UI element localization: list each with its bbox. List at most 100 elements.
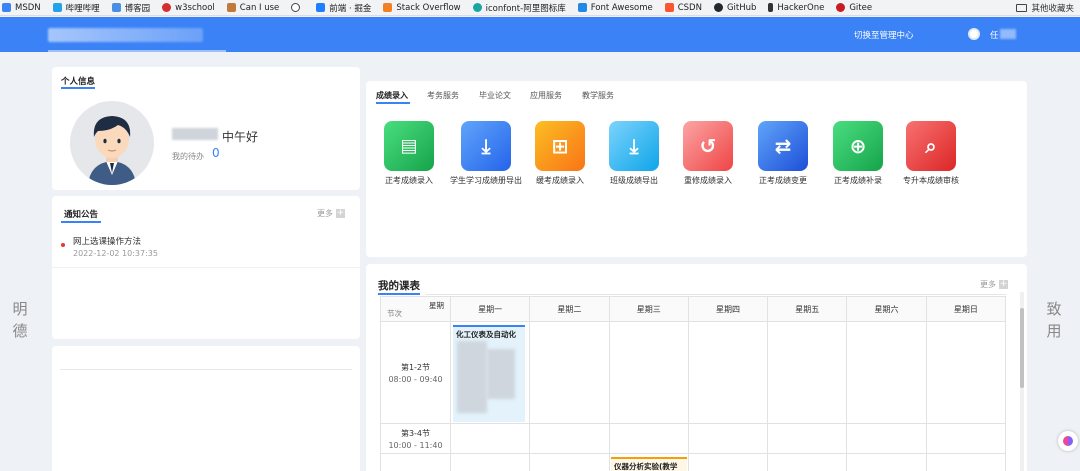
bookmark-github[interactable]: GitHub: [713, 3, 756, 13]
service-regular-score-entry[interactable]: ▤ 正考成绩录入: [369, 121, 449, 186]
notice-item-title[interactable]: 网上选课操作方法: [73, 235, 141, 247]
day-header: 星期三: [608, 296, 689, 322]
schedule-cell[interactable]: [687, 321, 769, 424]
schedule-cell[interactable]: [925, 453, 1007, 471]
profile-title-underline: [61, 87, 95, 89]
schedule-cell[interactable]: [608, 321, 689, 424]
schedule-cell[interactable]: [529, 453, 610, 471]
schedule-cell[interactable]: [449, 423, 531, 454]
globe-icon: [291, 3, 301, 12]
schedule-scrollbar[interactable]: [1020, 292, 1024, 471]
bookmark-bilibili[interactable]: 哔哩哔哩: [52, 2, 100, 14]
unread-dot-icon: [61, 243, 65, 247]
bookmark-iconfont[interactable]: iconfont-阿里图标库: [472, 2, 566, 14]
bookmark-fontawesome[interactable]: Font Awesome: [577, 3, 653, 13]
schedule-cell[interactable]: [687, 453, 769, 471]
schedule-header-row: 星期 节次 星期一 星期二 星期三 星期四 星期五 星期六 星期日: [380, 296, 1007, 322]
top-header: 切换至管理中心 任: [0, 17, 1080, 52]
tab-teaching-service[interactable]: 教学服务: [582, 90, 614, 101]
day-header: 星期日: [925, 296, 1007, 322]
schedule-cell[interactable]: [687, 423, 769, 454]
cnblogs-icon: [111, 3, 121, 12]
service-upgrade-score-review[interactable]: ⌕ 专升本成绩审核: [891, 121, 971, 186]
notice-card: 通知公告 更多 + 网上选课操作方法 2022-12-02 10:37:35: [52, 196, 360, 339]
todo-count[interactable]: 0: [212, 146, 220, 160]
scrollbar-thumb[interactable]: [1020, 308, 1024, 388]
review-icon: ⌕: [906, 121, 956, 171]
switch-admin-link[interactable]: 切换至管理中心: [854, 29, 914, 41]
service-score-supplement[interactable]: ⊕ 正考成绩补录: [818, 121, 898, 186]
schedule-cell[interactable]: [925, 423, 1007, 454]
schedule-cell[interactable]: [846, 423, 927, 454]
blank-card: [52, 346, 360, 471]
tab-exam-service[interactable]: 考务服务: [427, 90, 459, 101]
bookmark-gitee[interactable]: Gitee: [836, 3, 872, 13]
schedule-cell[interactable]: [846, 321, 927, 424]
doc-icon: ▤: [384, 121, 434, 171]
day-header: 星期四: [687, 296, 769, 322]
schedule-cell[interactable]: [767, 423, 848, 454]
github-icon: [713, 3, 723, 12]
service-transcript-export[interactable]: ⤓ 学生学习成绩册导出: [446, 121, 526, 186]
service-retake-score-entry[interactable]: ↺ 重修成绩录入: [668, 121, 748, 186]
service-score-change[interactable]: ⇄ 正考成绩变更: [743, 121, 823, 186]
user-avatar-icon[interactable]: [968, 28, 980, 40]
schedule-cell[interactable]: [529, 321, 610, 424]
side-text-left: 明 德: [12, 300, 28, 340]
greeting-text: 中午好: [222, 130, 259, 144]
schedule-cell[interactable]: [449, 453, 531, 471]
bookmark-msdn[interactable]: MSDN: [2, 3, 41, 13]
download-icon: ⤓: [609, 121, 659, 171]
tab-score-entry[interactable]: 成绩录入: [376, 90, 408, 101]
user-name[interactable]: 任: [990, 29, 999, 41]
bookmark-cnblogs[interactable]: 博客园: [111, 2, 150, 14]
juejin-icon: [316, 3, 326, 12]
profile-title: 个人信息: [61, 77, 96, 87]
bookmark-globe[interactable]: [291, 3, 304, 12]
course-card[interactable]: 仪器分析实验(教学: [611, 457, 687, 471]
divider: [60, 369, 352, 370]
w3school-icon: [162, 3, 172, 12]
bookmark-w3school[interactable]: w3school: [162, 3, 215, 13]
schedule-cell[interactable]: [529, 423, 610, 454]
bookmark-caniuse[interactable]: Can I use: [226, 3, 279, 13]
schedule-title-underline: [378, 293, 420, 295]
iconfont-icon: [472, 3, 482, 12]
schedule-cell[interactable]: [925, 321, 1007, 424]
course-card[interactable]: 化工仪表及自动化: [453, 325, 525, 422]
period-cell: 第3-4节 10:00 - 11:40: [380, 423, 451, 454]
service-class-score-export[interactable]: ⤓ 班级成绩导出: [594, 121, 674, 186]
notice-item[interactable]: 网上选课操作方法 2022-12-02 10:37:35: [52, 232, 360, 268]
user-name-redacted: [1000, 29, 1016, 39]
notice-title: 通知公告: [64, 210, 99, 220]
flag-icon: [577, 3, 587, 12]
hackerone-icon: [768, 3, 774, 12]
user-name-redacted: [172, 128, 218, 140]
day-header: 星期五: [767, 296, 848, 322]
other-bookmarks[interactable]: 其他收藏夹: [1016, 2, 1074, 14]
assistant-float-icon[interactable]: [1058, 431, 1078, 451]
bookmark-stackoverflow[interactable]: Stack Overflow: [383, 3, 461, 13]
redo-icon: ↺: [683, 121, 733, 171]
bookmark-csdn[interactable]: CSDN: [664, 3, 702, 13]
tab-thesis[interactable]: 毕业论文: [479, 90, 511, 101]
site-logo[interactable]: [48, 28, 203, 42]
schedule-cell[interactable]: [608, 423, 689, 454]
bookmark-juejin[interactable]: 前端 · 掘金: [316, 2, 371, 14]
notice-more-link[interactable]: 更多 +: [317, 208, 345, 219]
schedule-cell[interactable]: [846, 453, 927, 471]
schedule-cell[interactable]: [767, 453, 848, 471]
service-deferred-score-entry[interactable]: ⊞ 缓考成绩录入: [520, 121, 600, 186]
schedule-more-link[interactable]: 更多 +: [980, 279, 1008, 290]
tab-app-service[interactable]: 应用服务: [530, 90, 562, 101]
bookmark-hackerone[interactable]: HackerOne: [768, 3, 824, 13]
gitee-icon: [836, 3, 846, 12]
plus-doc-icon: ⊞: [535, 121, 585, 171]
period-cell: [380, 453, 451, 471]
corner-cell: 星期 节次: [380, 296, 451, 322]
active-tab-underline: [376, 102, 410, 104]
day-header: 星期一: [449, 296, 531, 322]
schedule-cell[interactable]: [767, 321, 848, 424]
msdn-icon: [2, 3, 11, 12]
profile-card: 个人信息 中午好 我的待办 0: [52, 67, 360, 190]
